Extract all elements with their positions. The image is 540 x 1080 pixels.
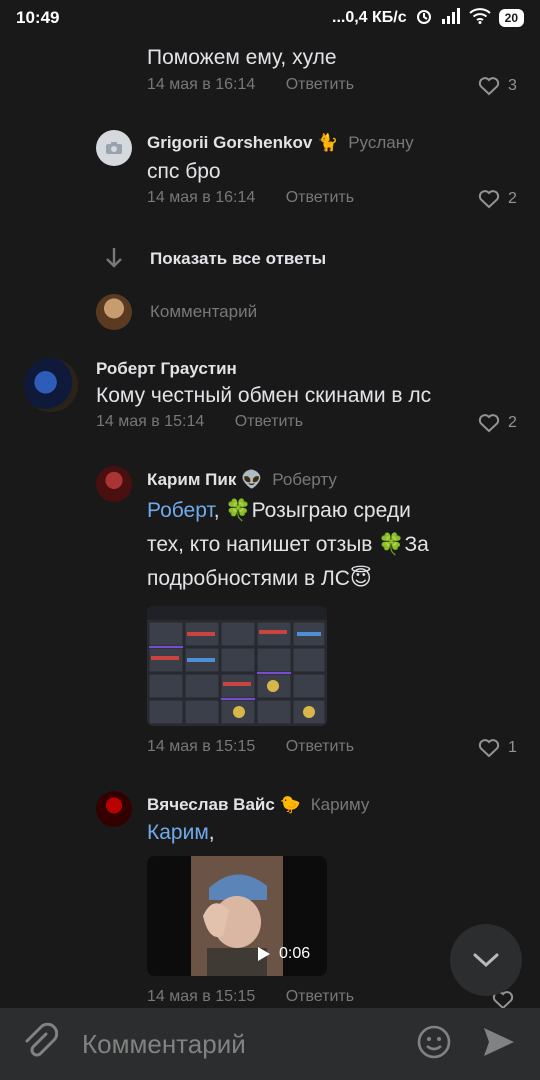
send-icon[interactable] <box>482 1026 516 1063</box>
comment-date: 14 мая в 16:14 <box>147 76 256 93</box>
inline-comment-input[interactable]: Комментарий <box>150 302 257 322</box>
comment-meta: 14 мая в 15:14 Ответить <box>96 413 303 431</box>
mention-link[interactable]: Карим <box>147 821 209 844</box>
like-button[interactable]: 2 <box>478 413 517 433</box>
reply-button[interactable]: Ответить <box>286 189 354 206</box>
status-time: 10:49 <box>16 8 60 27</box>
like-count: 3 <box>508 77 517 94</box>
comment-meta: 14 мая в 15:15 Ответить <box>147 738 354 756</box>
like-button[interactable]: 3 <box>478 76 517 96</box>
user-avatar <box>96 294 132 330</box>
reply-to-name[interactable]: Кариму <box>311 795 370 814</box>
author-name[interactable]: Вячеслав Вайс 🐤 <box>147 795 301 814</box>
comment-composer: Комментарий <box>0 1008 540 1080</box>
comment-author[interactable]: Роберт Граустин <box>96 359 237 379</box>
text-line: тех, кто напишет отзыв 🍀За <box>147 533 429 556</box>
like-count: 2 <box>508 190 517 207</box>
inventory-screenshot <box>147 606 327 725</box>
comment-meta: 14 мая в 15:15 Ответить <box>147 988 354 1006</box>
comment-date: 14 мая в 15:15 <box>147 988 256 1005</box>
like-count: 2 <box>508 414 517 431</box>
text-line: , <box>208 821 215 844</box>
heart-icon <box>478 414 500 433</box>
attached-photo[interactable] <box>147 606 327 726</box>
comments-feed[interactable]: Поможем ему, хуле 14 мая в 16:14 Ответит… <box>0 36 540 1008</box>
comment-author[interactable]: Grigorii Gorshenkov 🐈 Руслану <box>147 133 414 153</box>
reply-button[interactable]: Ответить <box>235 413 303 430</box>
show-all-replies-button[interactable]: Показать все ответы <box>150 249 326 269</box>
comment-text: Кому честный обмен скинами в лс <box>96 384 432 407</box>
attached-video[interactable]: 0:06 <box>147 856 327 976</box>
text-line: подробностями в ЛС😇 <box>147 567 372 590</box>
like-count: 1 <box>508 739 517 756</box>
reply-button[interactable]: Ответить <box>286 76 354 93</box>
comment-text: спс бро <box>147 160 221 183</box>
avatar[interactable] <box>24 358 78 412</box>
comment-text: Поможем ему, хуле <box>147 46 337 69</box>
play-icon <box>258 947 270 961</box>
comment-meta: 14 мая в 16:14 Ответить <box>147 76 354 94</box>
emoji-icon[interactable] <box>416 1024 452 1065</box>
network-speed: ...0,4 КБ/с <box>332 9 407 26</box>
avatar[interactable] <box>96 466 132 502</box>
heart-icon <box>478 77 500 96</box>
comment-input[interactable]: Комментарий <box>82 1029 416 1060</box>
mention-link[interactable]: Роберт <box>147 499 214 522</box>
signal-icon <box>441 7 461 29</box>
author-name[interactable]: Grigorii Gorshenkov 🐈 <box>147 133 338 152</box>
reply-button[interactable]: Ответить <box>286 738 354 755</box>
reply-to-name[interactable]: Роберту <box>272 470 337 489</box>
author-name[interactable]: Карим Пик 👽 <box>147 470 262 489</box>
heart-icon <box>478 739 500 758</box>
comment-text: Карим, <box>147 816 215 850</box>
comment-date: 14 мая в 15:15 <box>147 738 256 755</box>
avatar[interactable] <box>96 791 132 827</box>
wifi-icon <box>468 7 491 29</box>
camera-icon <box>106 142 122 154</box>
reply-button[interactable]: Ответить <box>286 988 354 1005</box>
status-bar: 10:49 ...0,4 КБ/с 20 <box>0 0 540 36</box>
comment-author[interactable]: Вячеслав Вайс 🐤 Кариму <box>147 795 369 815</box>
attach-icon[interactable] <box>22 1022 59 1067</box>
reply-to-name[interactable]: Руслану <box>348 133 413 152</box>
chevron-down-icon <box>473 953 499 968</box>
like-button[interactable]: 2 <box>478 189 517 209</box>
battery-indicator: 20 <box>498 9 524 27</box>
comment-meta: 14 мая в 16:14 Ответить <box>147 189 354 207</box>
comment-author[interactable]: Карим Пик 👽 Роберту <box>147 470 337 490</box>
video-duration: 0:06 <box>279 945 311 962</box>
comment-date: 14 мая в 15:14 <box>96 413 205 430</box>
like-button[interactable]: 1 <box>478 738 517 758</box>
text-line: , 🍀Розыграю среди <box>213 499 411 522</box>
status-icons: ...0,4 КБ/с 20 <box>332 7 524 30</box>
comment-text: Роберт, 🍀Розыграю среди тех, кто напишет… <box>147 494 507 596</box>
scroll-down-button[interactable] <box>450 924 522 996</box>
arrow-down-icon <box>104 246 124 275</box>
video-duration-badge: 0:06 <box>257 945 310 963</box>
avatar[interactable] <box>96 130 132 166</box>
alarm-icon <box>415 7 433 30</box>
heart-icon <box>478 190 500 209</box>
comment-date: 14 мая в 16:14 <box>147 189 256 206</box>
